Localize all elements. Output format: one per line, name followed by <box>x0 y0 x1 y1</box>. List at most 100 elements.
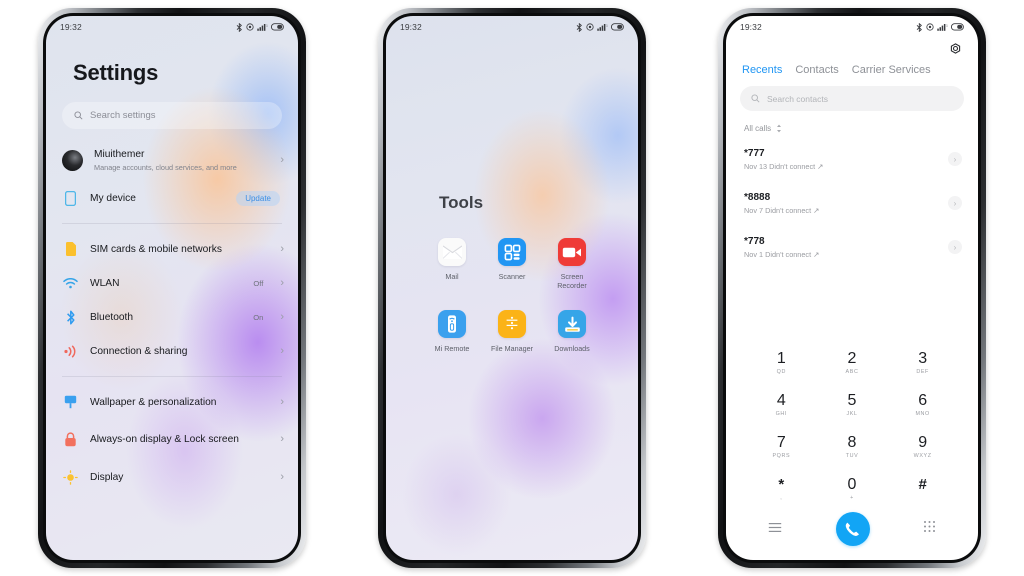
call-meta: Nov 13 Didn't connect ↗ <box>744 161 824 171</box>
phone-bezel: 19:32 1 Settings Search settings Miuithe… <box>43 13 301 563</box>
setting-label: SIM cards & mobile networks <box>90 243 222 255</box>
key-7[interactable]: 7 PQRS <box>746 426 817 466</box>
sidebar-item-connection-sharing[interactable]: Connection & sharing › <box>46 334 298 368</box>
avatar <box>62 150 83 171</box>
sidebar-item-sim-cards[interactable]: SIM cards & mobile networks › <box>46 232 298 266</box>
lock-icon <box>62 431 79 448</box>
divider <box>62 223 282 224</box>
key-8[interactable]: 8 TUV <box>817 426 888 466</box>
dialer-settings-button[interactable] <box>726 38 978 56</box>
key-star[interactable]: *, <box>746 468 817 508</box>
search-icon <box>751 94 760 103</box>
call-icon <box>845 522 859 536</box>
chevron-right-icon: › <box>280 395 284 408</box>
svg-text:1: 1 <box>946 23 948 27</box>
key-3[interactable]: 3 DEF <box>887 342 958 382</box>
setting-label: Wallpaper & personalization <box>90 396 217 408</box>
device-icon <box>62 190 79 207</box>
key-digit: 3 <box>918 350 928 367</box>
key-letters: PQRS <box>772 453 791 459</box>
key-1[interactable]: 1 QD <box>746 342 817 382</box>
menu-icon[interactable] <box>768 520 782 538</box>
tab-recents[interactable]: Recents <box>742 64 782 76</box>
call-log-row[interactable]: *778 Nov 1 Didn't connect ↗ › <box>726 225 978 269</box>
folder-title[interactable]: Tools <box>386 38 638 213</box>
sidebar-item-wlan[interactable]: WLAN Off › <box>46 266 298 300</box>
call-log-row[interactable]: *777 Nov 13 Didn't connect ↗ › <box>726 137 978 181</box>
tab-carrier-services[interactable]: Carrier Services <box>852 64 931 76</box>
app-downloads[interactable]: Downloads <box>542 310 602 353</box>
key-4[interactable]: 4 GHI <box>746 384 817 424</box>
mail-icon <box>438 238 466 266</box>
key-digit: * <box>778 476 785 493</box>
search-settings-input[interactable]: Search settings <box>62 102 282 129</box>
app-scanner[interactable]: Scanner <box>482 238 542 290</box>
bluetooth-icon <box>916 22 922 32</box>
app-screen-recorder[interactable]: Screen Recorder <box>542 238 602 290</box>
key-digit: 6 <box>918 392 928 409</box>
setting-value: Off <box>253 278 264 288</box>
downloads-icon <box>558 310 586 338</box>
bluetooth-icon <box>236 22 242 32</box>
app-label: Downloads <box>554 344 590 353</box>
sidebar-item-wallpaper[interactable]: Wallpaper & personalization › <box>46 385 298 419</box>
app-mi-remote[interactable]: Mi Remote <box>422 310 482 353</box>
call-details-button[interactable]: › <box>948 152 962 166</box>
battery-icon <box>611 23 624 31</box>
chevron-right-icon: › <box>280 433 284 445</box>
key-letters: MNO <box>915 411 930 417</box>
key-5[interactable]: 5 JKL <box>817 384 888 424</box>
search-contacts-input[interactable]: Search contacts <box>740 86 964 111</box>
keypad-icon[interactable] <box>923 520 936 538</box>
phone-dialer: 19:32 1 Recents Contacts Carrier Service… <box>718 8 986 568</box>
bluetooth-icon <box>62 309 79 326</box>
call-details-button[interactable]: › <box>948 240 962 254</box>
app-file-manager[interactable]: File Manager <box>482 310 542 353</box>
tab-contacts[interactable]: Contacts <box>795 64 838 76</box>
status-bar: 19:32 1 <box>46 16 298 38</box>
app-label: Screen Recorder <box>557 272 587 290</box>
call-meta: Nov 1 Didn't connect ↗ <box>744 249 820 259</box>
search-placeholder: Search contacts <box>767 93 828 104</box>
setting-label: Always-on display & Lock screen <box>90 434 239 445</box>
status-icons: 1 <box>576 22 625 32</box>
signal-icon: 1 <box>597 23 608 31</box>
battery-icon <box>271 23 284 31</box>
alarm-icon <box>246 23 254 31</box>
key-9[interactable]: 9 WXYZ <box>887 426 958 466</box>
chevron-right-icon: › <box>280 242 284 255</box>
app-label: Mi Remote <box>434 344 470 353</box>
key-letters: , <box>780 495 783 501</box>
tools-folder-screen: 19:32 1 Tools Mail Scanner Screen Record… <box>386 16 638 560</box>
status-clock: 19:32 <box>400 22 422 32</box>
setting-value: On <box>253 312 264 322</box>
key-6[interactable]: 6 MNO <box>887 384 958 424</box>
sidebar-item-my-device[interactable]: My device Update <box>46 181 298 215</box>
key-digit: 1 <box>776 350 786 367</box>
key-digit: 4 <box>776 392 786 409</box>
setting-label: Bluetooth <box>90 311 134 323</box>
key-letters: DEF <box>916 369 929 375</box>
gear-icon <box>950 43 961 54</box>
sidebar-item-account[interactable]: Miuithemer Manage accounts, cloud servic… <box>46 140 298 181</box>
call-log-row[interactable]: *8888 Nov 7 Didn't connect ↗ › <box>726 181 978 225</box>
key-2[interactable]: 2 ABC <box>817 342 888 382</box>
key-0[interactable]: 0 + <box>817 468 888 508</box>
key-hash[interactable]: # <box>887 468 958 508</box>
dialpad: 1 QD 2 ABC 3 DEF 4 GHI 5 JKL 6 MNO 7 PQRS 8 TUV … <box>726 334 978 560</box>
call-button[interactable] <box>835 512 870 546</box>
call-details-button[interactable]: › <box>948 196 962 210</box>
dialer-screen: 19:32 1 Recents Contacts Carrier Service… <box>726 16 978 560</box>
chevron-right-icon: › <box>280 470 284 483</box>
sidebar-item-display[interactable]: Display › <box>46 460 298 494</box>
status-clock: 19:32 <box>740 22 762 32</box>
sidebar-item-bluetooth[interactable]: Bluetooth On › <box>46 300 298 334</box>
call-filter-dropdown[interactable]: All calls <box>726 111 978 133</box>
key-letters: WXYZ <box>913 453 932 459</box>
alarm-icon <box>926 23 934 31</box>
sidebar-item-always-on-display[interactable]: Always-on display & Lock screen › <box>46 419 298 460</box>
update-badge[interactable]: Update <box>236 190 280 206</box>
scanner-icon <box>498 238 526 266</box>
account-subtitle: Manage accounts, cloud services, and mor… <box>94 163 237 172</box>
app-mail[interactable]: Mail <box>422 238 482 290</box>
